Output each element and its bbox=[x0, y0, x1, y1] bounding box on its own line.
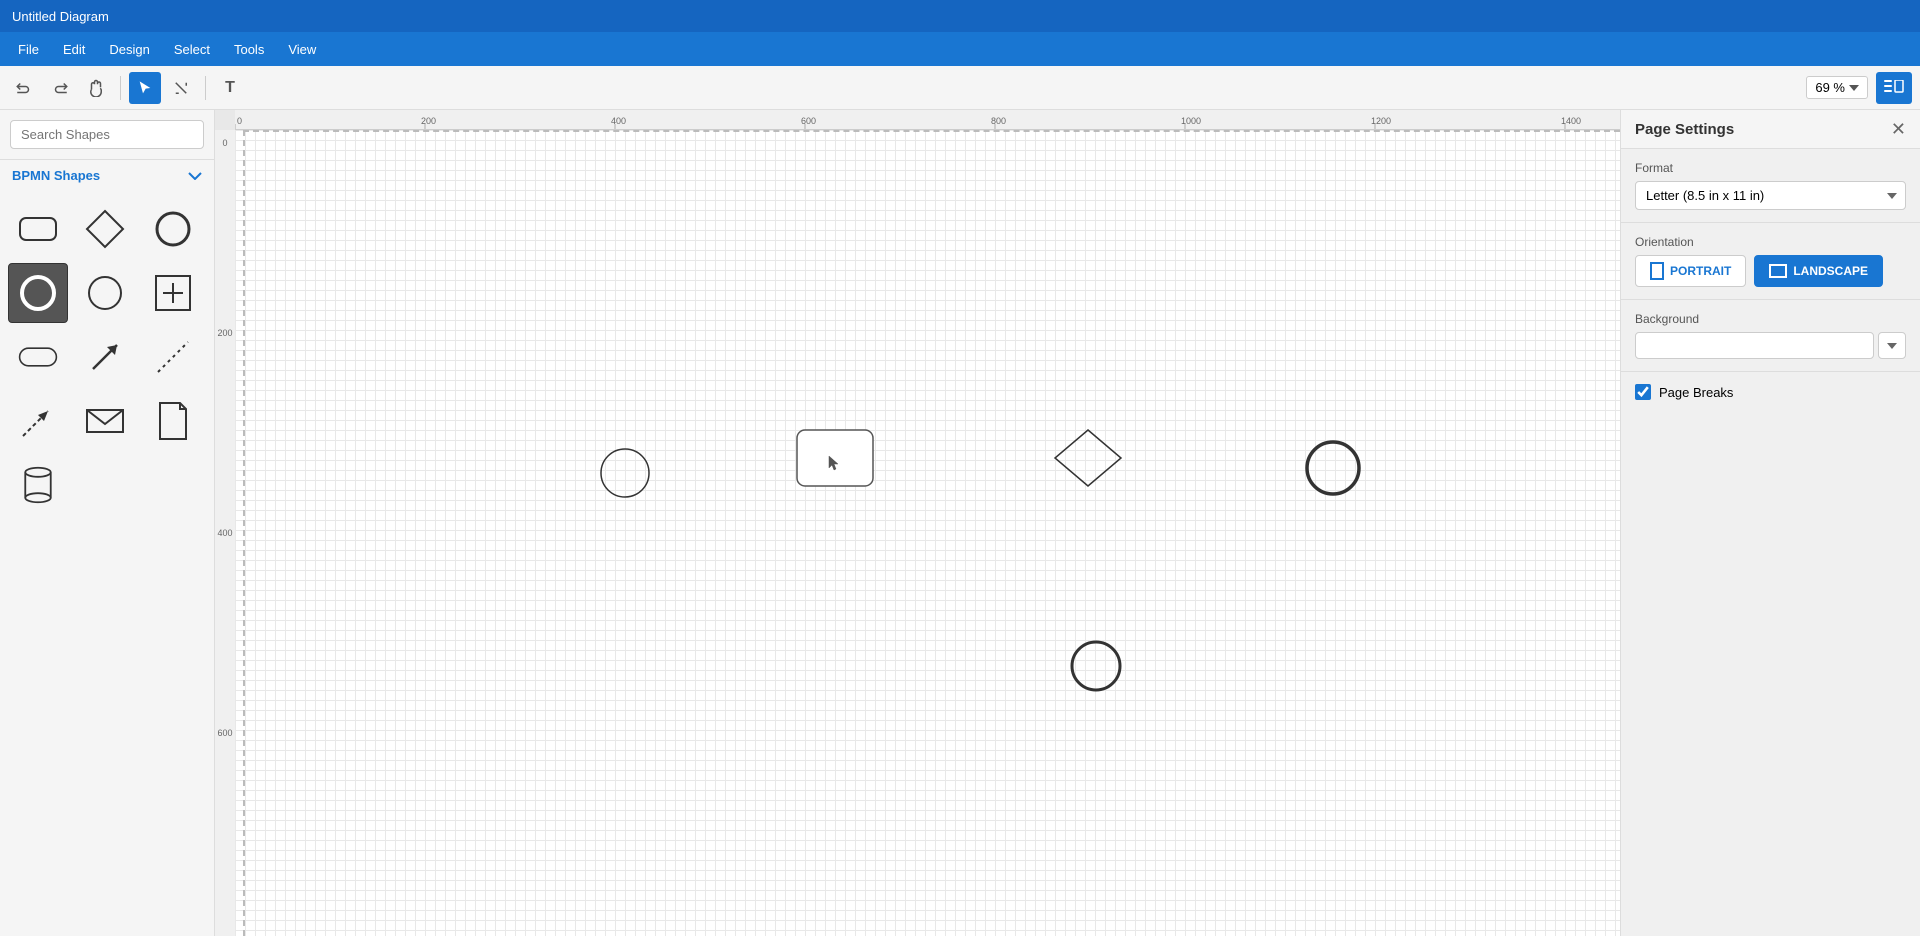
page-breaks-label: Page Breaks bbox=[1659, 385, 1733, 400]
canvas-circle-bottom[interactable] bbox=[1068, 638, 1124, 697]
shape-diamond[interactable] bbox=[75, 199, 135, 259]
page-boundary-left bbox=[243, 130, 245, 936]
canvas-area[interactable]: 0 200 400 600 800 1000 1200 1400 bbox=[215, 110, 1620, 936]
shape-arrow-dashed[interactable] bbox=[8, 391, 68, 451]
menu-design[interactable]: Design bbox=[99, 38, 159, 61]
svg-text:0: 0 bbox=[222, 138, 227, 148]
ruler-left: 0 200 400 600 bbox=[215, 130, 235, 936]
shape-arrow-diagonal[interactable] bbox=[75, 327, 135, 387]
shape-circle-thin[interactable] bbox=[75, 263, 135, 323]
toolbar: T 69 % bbox=[0, 66, 1920, 110]
landscape-button[interactable]: LANDSCAPE bbox=[1754, 255, 1883, 287]
bg-input-row bbox=[1635, 332, 1906, 359]
menu-file[interactable]: File bbox=[8, 38, 49, 61]
page-boundary-top bbox=[243, 130, 1620, 132]
svg-text:1200: 1200 bbox=[1371, 116, 1391, 126]
canvas-container[interactable] bbox=[235, 130, 1620, 936]
canvas-circle-bold[interactable] bbox=[1303, 438, 1363, 501]
toolbar-sep-2 bbox=[205, 76, 206, 100]
panel-toggle-button[interactable] bbox=[1876, 72, 1912, 104]
svg-text:1400: 1400 bbox=[1561, 116, 1581, 126]
svg-text:800: 800 bbox=[991, 116, 1006, 126]
orientation-row: Orientation PORTRAIT LANDSCAPE bbox=[1621, 223, 1920, 300]
category-label: BPMN Shapes bbox=[12, 168, 100, 183]
page-breaks-row: Page Breaks bbox=[1621, 372, 1920, 412]
panel-title: Page Settings bbox=[1635, 121, 1734, 138]
shapes-panel: BPMN Shapes bbox=[0, 160, 214, 936]
landscape-icon bbox=[1769, 264, 1787, 278]
ruler-top: 0 200 400 600 800 1000 1200 1400 bbox=[235, 110, 1620, 130]
menu-tools[interactable]: Tools bbox=[224, 38, 274, 61]
menu-view[interactable]: View bbox=[278, 38, 326, 61]
svg-text:0: 0 bbox=[237, 116, 242, 126]
ruler-top-svg: 0 200 400 600 800 1000 1200 1400 bbox=[235, 110, 1620, 130]
bg-color-dropdown[interactable] bbox=[1878, 332, 1906, 359]
toolbar-right: 69 % bbox=[1806, 72, 1912, 104]
shape-envelope[interactable] bbox=[75, 391, 135, 451]
format-select[interactable]: Letter (8.5 in x 11 in) A4 (210 x 297 mm… bbox=[1635, 181, 1906, 210]
menu-select[interactable]: Select bbox=[164, 38, 220, 61]
undo-button[interactable] bbox=[8, 72, 40, 104]
format-row: Format Letter (8.5 in x 11 in) A4 (210 x… bbox=[1621, 149, 1920, 223]
shape-dotted-line[interactable] bbox=[143, 327, 203, 387]
shape-stadium[interactable] bbox=[8, 327, 68, 387]
shape-rounded-rect[interactable] bbox=[8, 199, 68, 259]
zoom-value: 69 % bbox=[1815, 80, 1845, 95]
hand-tool-button[interactable] bbox=[80, 72, 112, 104]
left-sidebar: BPMN Shapes bbox=[0, 110, 215, 936]
close-panel-button[interactable]: ✕ bbox=[1891, 120, 1906, 138]
portrait-button[interactable]: PORTRAIT bbox=[1635, 255, 1746, 287]
menu-edit[interactable]: Edit bbox=[53, 38, 95, 61]
shape-grid bbox=[0, 191, 214, 523]
svg-text:600: 600 bbox=[217, 728, 232, 738]
svg-text:400: 400 bbox=[611, 116, 626, 126]
shape-circle-thick[interactable] bbox=[143, 199, 203, 259]
background-label: Background bbox=[1635, 312, 1906, 326]
orientation-options: PORTRAIT LANDSCAPE bbox=[1635, 255, 1906, 287]
ruler-left-svg: 0 200 400 600 bbox=[215, 130, 235, 936]
zoom-control[interactable]: 69 % bbox=[1806, 76, 1868, 99]
shape-cylinder[interactable] bbox=[8, 455, 68, 515]
bg-color-input[interactable] bbox=[1635, 332, 1874, 359]
pointer-button[interactable] bbox=[129, 72, 161, 104]
right-panel: Page Settings ✕ Format Letter (8.5 in x … bbox=[1620, 110, 1920, 936]
connector-button[interactable] bbox=[165, 72, 197, 104]
page-breaks-checkbox[interactable] bbox=[1635, 384, 1651, 400]
format-label: Format bbox=[1635, 161, 1906, 175]
main-layout: BPMN Shapes bbox=[0, 110, 1920, 936]
svg-text:200: 200 bbox=[217, 328, 232, 338]
canvas-diamond[interactable] bbox=[1053, 428, 1123, 491]
title-bar: Untitled Diagram bbox=[0, 0, 1920, 32]
search-shapes-container bbox=[0, 110, 214, 160]
shape-rect-plus[interactable] bbox=[143, 263, 203, 323]
orientation-label: Orientation bbox=[1635, 235, 1906, 249]
canvas-circle-1[interactable] bbox=[597, 445, 653, 504]
svg-text:1000: 1000 bbox=[1181, 116, 1201, 126]
svg-text:600: 600 bbox=[801, 116, 816, 126]
svg-text:400: 400 bbox=[217, 528, 232, 538]
redo-button[interactable] bbox=[44, 72, 76, 104]
bpmn-category-header[interactable]: BPMN Shapes bbox=[0, 160, 214, 191]
shape-circle-bold-selected[interactable] bbox=[8, 263, 68, 323]
shape-document[interactable] bbox=[143, 391, 203, 451]
portrait-label: PORTRAIT bbox=[1670, 264, 1731, 278]
canvas-inner[interactable] bbox=[235, 130, 1620, 936]
text-button[interactable]: T bbox=[214, 72, 246, 104]
canvas-rounded-rect[interactable] bbox=[795, 428, 875, 491]
right-panel-header: Page Settings ✕ bbox=[1621, 110, 1920, 149]
app-title: Untitled Diagram bbox=[12, 9, 109, 24]
landscape-label: LANDSCAPE bbox=[1793, 264, 1868, 278]
portrait-icon bbox=[1650, 262, 1664, 280]
background-row: Background bbox=[1621, 300, 1920, 372]
menu-bar: File Edit Design Select Tools View bbox=[0, 32, 1920, 66]
svg-text:200: 200 bbox=[421, 116, 436, 126]
search-shapes-input[interactable] bbox=[10, 120, 204, 149]
toolbar-sep-1 bbox=[120, 76, 121, 100]
